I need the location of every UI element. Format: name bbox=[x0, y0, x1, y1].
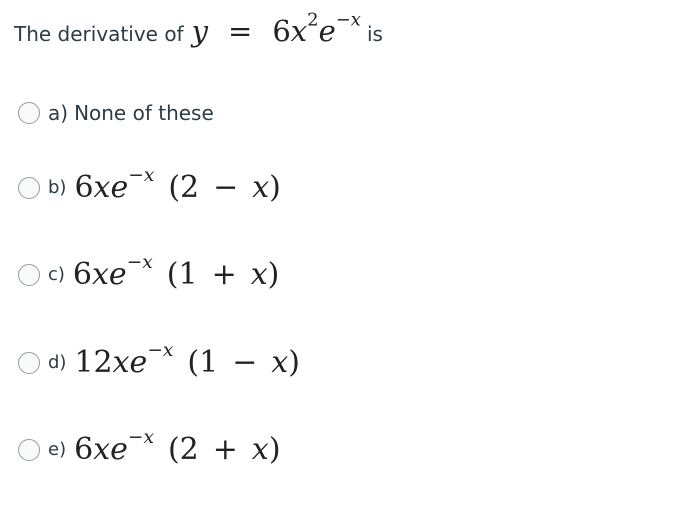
question-suffix: is bbox=[366, 22, 383, 46]
option-a-text: None of these bbox=[74, 101, 214, 125]
question-text: The derivative of y = 6x2e−x is bbox=[14, 9, 383, 48]
option-c[interactable]: c) 6xe−x (1 + x) bbox=[18, 252, 280, 292]
option-b-radio[interactable] bbox=[18, 176, 40, 199]
question-equation: y = 6x2e−x bbox=[191, 9, 361, 48]
option-d-math: 12xe−x (1− x) bbox=[74, 340, 300, 380]
option-d-label: d) bbox=[48, 352, 67, 373]
option-d-radio[interactable] bbox=[18, 351, 40, 374]
option-c-label: c) bbox=[48, 264, 65, 285]
question-prefix: The derivative of bbox=[14, 22, 184, 46]
option-b-label: b) bbox=[48, 177, 67, 198]
option-b[interactable]: b) 6xe−x (2− x) bbox=[18, 165, 281, 205]
option-c-math: 6xe−x (1 + x) bbox=[72, 252, 280, 292]
option-b-math: 6xe−x (2− x) bbox=[74, 165, 281, 205]
option-e-radio[interactable] bbox=[18, 438, 40, 461]
option-e[interactable]: e) 6xe−x (2 + x) bbox=[18, 427, 281, 467]
option-c-radio[interactable] bbox=[18, 263, 40, 286]
option-a[interactable]: a) None of these bbox=[18, 101, 214, 125]
option-e-math: 6xe−x (2 + x) bbox=[74, 427, 281, 467]
option-a-radio[interactable] bbox=[18, 102, 40, 124]
option-d[interactable]: d) 12xe−x (1− x) bbox=[18, 340, 300, 380]
option-e-label: e) bbox=[48, 439, 67, 460]
option-a-label: a) bbox=[48, 101, 69, 125]
